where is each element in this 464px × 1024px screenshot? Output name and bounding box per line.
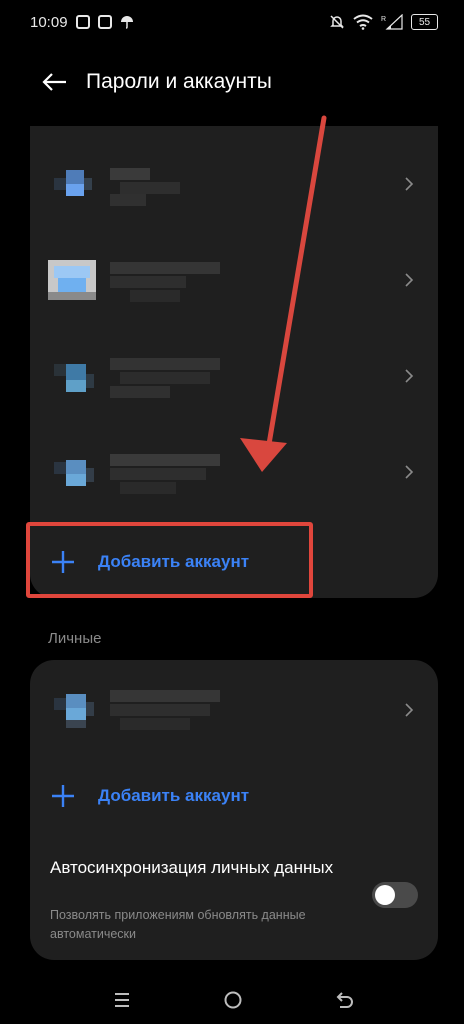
account-icon [48,686,96,734]
back-icon[interactable] [333,988,357,1012]
section-label-personal: Личные [48,630,102,647]
chevron-right-icon [405,703,414,717]
plus-icon [52,785,74,807]
autosync-subtitle: Позволять приложениям обновлять данные а… [50,908,306,941]
navigation-bar [0,976,464,1024]
home-icon[interactable] [221,988,245,1012]
autosync-toggle[interactable] [372,882,418,908]
menu-icon[interactable] [110,988,134,1012]
account-row[interactable] [30,664,438,756]
toggle-knob [375,885,395,905]
account-name-blurred [110,690,240,732]
add-personal-account-label: Добавить аккаунт [98,786,250,805]
add-personal-account-button[interactable]: Добавить аккаунт [30,768,438,824]
personal-card: Добавить аккаунт Автосинхронизация личны… [30,660,438,960]
autosync-title: Автосинхронизация личных данных [50,858,334,877]
